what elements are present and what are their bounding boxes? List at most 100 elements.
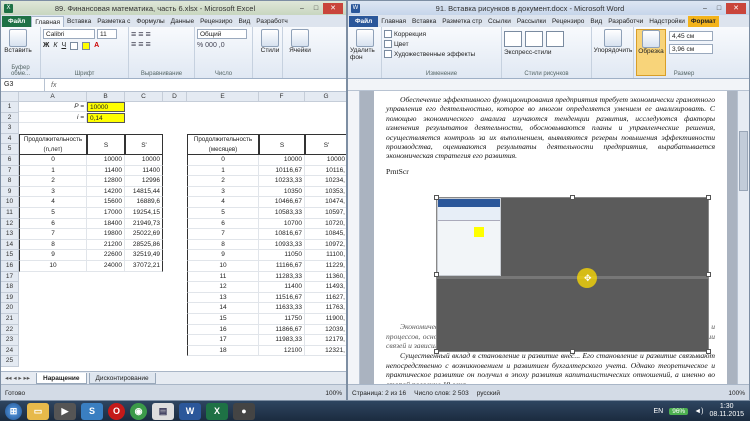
cell-header[interactable]: S' xyxy=(305,133,346,155)
cell-table1[interactable]: 6 xyxy=(19,218,87,230)
font-size-field[interactable]: 11 xyxy=(97,29,117,39)
cell-table2[interactable]: 10000 xyxy=(305,155,346,166)
cell-table2[interactable]: 11166,67 xyxy=(259,261,305,272)
sheet-tab-discounting[interactable]: Дисконтирование xyxy=(88,372,156,384)
media-player-icon[interactable]: ▶ xyxy=(54,402,76,420)
tab-developer[interactable]: Разработчи xyxy=(605,16,646,27)
row-header[interactable]: 20 xyxy=(1,303,19,314)
column-header[interactable]: E xyxy=(187,92,259,102)
status-page[interactable]: Страница: 2 из 16 xyxy=(352,390,406,397)
cell-table1[interactable]: 19254,15 xyxy=(125,208,163,219)
cell-table1[interactable]: 37072,21 xyxy=(125,261,163,272)
art-effects-button[interactable]: Художественные эффекты xyxy=(384,49,499,59)
tab-review[interactable]: Рецензиро xyxy=(549,16,587,27)
cell-table2[interactable]: 5 xyxy=(187,208,259,219)
vertical-scrollbar[interactable] xyxy=(737,91,749,384)
font-name-field[interactable]: Calibri xyxy=(43,29,95,39)
row-header[interactable]: 12 xyxy=(1,218,19,230)
cell-param-value[interactable]: 10000 xyxy=(87,102,125,112)
close-button[interactable]: ✕ xyxy=(323,2,343,14)
row-header[interactable]: 5 xyxy=(1,144,19,155)
row-header[interactable]: 22 xyxy=(1,324,19,336)
cell-table1[interactable]: 22600 xyxy=(87,250,125,261)
tab-insert[interactable]: Вставка xyxy=(409,16,439,27)
chrome-icon[interactable]: ◉ xyxy=(130,402,147,420)
column-header[interactable]: F xyxy=(259,92,305,102)
battery-indicator[interactable]: 96% xyxy=(669,407,689,415)
cell-table1[interactable]: 21200 xyxy=(87,239,125,251)
cell-table2[interactable]: 10583,33 xyxy=(259,208,305,219)
cell-table2[interactable]: 2 xyxy=(187,176,259,187)
minimize-button[interactable]: – xyxy=(698,3,712,14)
cell-table2[interactable]: 11229, xyxy=(305,261,346,272)
column-header[interactable]: B xyxy=(87,92,125,102)
cell-table2[interactable]: 11627, xyxy=(305,293,346,304)
cell-table1[interactable]: 0 xyxy=(19,155,87,166)
row-header[interactable]: 25 xyxy=(1,356,19,367)
row-header[interactable]: 11 xyxy=(1,208,19,219)
cell-table2[interactable]: 10234, xyxy=(305,176,346,187)
tab-view[interactable]: Вид xyxy=(587,16,605,27)
resize-handle-bl[interactable] xyxy=(434,349,439,354)
cell-table1[interactable]: 11400 xyxy=(125,165,163,177)
cell-table2[interactable]: 3 xyxy=(187,186,259,198)
cell-table2[interactable]: 11750 xyxy=(259,314,305,325)
vertical-ruler[interactable] xyxy=(348,91,360,384)
cell-table2[interactable]: 12179, xyxy=(305,335,346,346)
cell-header[interactable]: Продолжительность (n,лет) xyxy=(19,133,87,155)
select-all-corner[interactable] xyxy=(1,92,19,102)
number-format-icons[interactable]: % 000 ,0 xyxy=(197,42,250,49)
fx-icon[interactable]: fx xyxy=(45,82,62,89)
tab-review[interactable]: Рецензиро xyxy=(197,16,235,27)
width-field[interactable]: 3,96 см xyxy=(669,44,713,54)
tab-formulas[interactable]: Формулы xyxy=(133,16,167,27)
cell-table2[interactable]: 11400 xyxy=(259,282,305,293)
cell-table1[interactable]: 2 xyxy=(19,176,87,187)
tab-insert[interactable]: Вставка xyxy=(64,16,94,27)
cell-table1[interactable]: 8 xyxy=(19,239,87,251)
cells-button[interactable]: Ячейки xyxy=(285,29,315,54)
cell-table2[interactable]: 10353, xyxy=(305,187,346,198)
cell-header[interactable]: S xyxy=(87,133,125,155)
cell-table1[interactable]: 19800 xyxy=(87,229,125,240)
language-indicator[interactable]: EN xyxy=(653,408,663,415)
cell-table1[interactable]: 16889,6 xyxy=(125,197,163,208)
cell-table2[interactable]: 11100, xyxy=(305,250,346,261)
cell-table2[interactable]: 10845, xyxy=(305,229,346,240)
correction-button[interactable]: Коррекция xyxy=(384,29,499,39)
row-header[interactable]: 14 xyxy=(1,239,19,251)
cell-header[interactable]: S' xyxy=(125,133,163,155)
resize-handle-br[interactable] xyxy=(706,349,711,354)
cell-param-label[interactable]: i = xyxy=(19,112,87,123)
cell-table1[interactable]: 1 xyxy=(19,165,87,177)
word-taskbar-icon[interactable]: W xyxy=(179,402,201,420)
cell-table2[interactable]: 12100 xyxy=(259,345,305,357)
cell-table2[interactable]: 10597, xyxy=(305,208,346,219)
cell-table2[interactable]: 10816,67 xyxy=(259,229,305,240)
tab-page-layout[interactable]: Разметка стр xyxy=(439,16,485,27)
row-header[interactable]: 4 xyxy=(1,133,19,145)
word-app-icon[interactable]: W xyxy=(351,3,360,13)
sheet-nav-arrows[interactable]: ◂◂ ◂ ▸ ▸▸ xyxy=(1,374,34,382)
cell-table2[interactable]: 6 xyxy=(187,218,259,230)
maximize-button[interactable]: □ xyxy=(309,3,323,14)
cell-table2[interactable]: 11493, xyxy=(305,282,346,293)
column-header[interactable]: G xyxy=(305,92,346,102)
style-thumb-2[interactable] xyxy=(525,31,543,47)
cell-table2[interactable]: 11866,67 xyxy=(259,324,305,336)
recorder-icon[interactable]: ● xyxy=(233,402,255,420)
cell-table2[interactable]: 11283,33 xyxy=(259,271,305,283)
row-header[interactable]: 8 xyxy=(1,176,19,187)
start-button[interactable]: ⊞ xyxy=(5,402,22,420)
tab-file[interactable]: Файл xyxy=(349,16,379,27)
cell-table1[interactable]: 18400 xyxy=(87,218,125,230)
row-header[interactable]: 24 xyxy=(1,345,19,357)
cell-table1[interactable]: 21949,73 xyxy=(125,218,163,230)
cell-table1[interactable]: 25022,69 xyxy=(125,229,163,240)
cell-table1[interactable]: 17000 xyxy=(87,208,125,219)
cell-table2[interactable]: 11633,33 xyxy=(259,303,305,314)
cell-table2[interactable]: 10233,33 xyxy=(259,176,305,187)
cell-table1[interactable]: 12996 xyxy=(125,176,163,187)
underline-button[interactable]: Ч xyxy=(61,42,66,50)
cell-table2[interactable]: 11516,67 xyxy=(259,292,305,304)
